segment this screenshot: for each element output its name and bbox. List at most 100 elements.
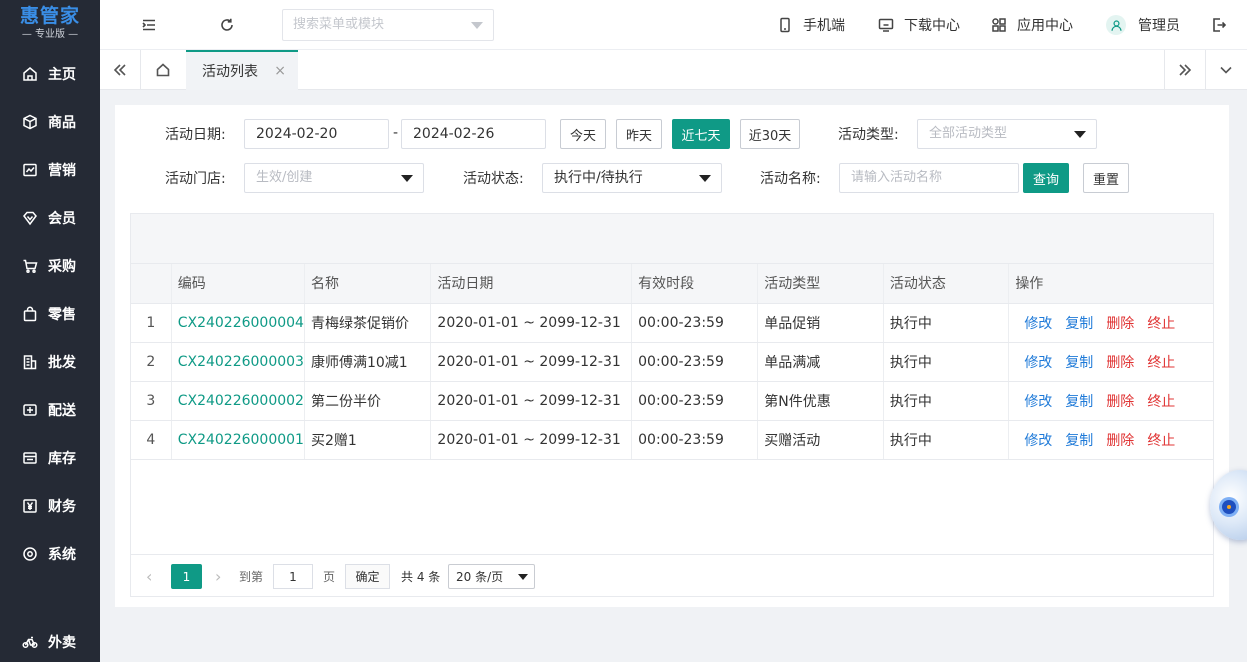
type-cell: 第N件优惠 (757, 381, 884, 421)
chevron-down-icon (699, 175, 711, 182)
sidebar-item-label: 商品 (48, 115, 76, 131)
stop-link[interactable]: 终止 (1147, 355, 1175, 371)
tabs-scroll-left-button[interactable] (100, 50, 140, 90)
refresh-icon[interactable] (217, 15, 237, 35)
type-cell: 单品促销 (757, 303, 884, 343)
period-header[interactable]: 有效时段 (631, 264, 759, 304)
last-7-days-button[interactable]: 近七天 (672, 119, 730, 149)
sidebar-item-retail[interactable]: 零售 (0, 294, 100, 334)
home-tab[interactable] (143, 50, 183, 90)
sidebar-item-purchase[interactable]: 采购 (0, 246, 100, 286)
activity-name-input[interactable]: 请输入活动名称 (839, 163, 1019, 193)
delete-link[interactable]: 删除 (1106, 316, 1134, 332)
name-header[interactable]: 名称 (304, 264, 432, 304)
stop-link[interactable]: 终止 (1147, 433, 1175, 449)
sidebar: 惠管家 — 专业版 — 主页 商品 营销 会员 采购 零售 批发 配送 库存 财… (0, 0, 100, 662)
goto-confirm-button[interactable]: 确定 (345, 564, 390, 589)
next-page-button[interactable]: › (215, 564, 221, 588)
store-select[interactable]: 生效/创建 (244, 163, 424, 193)
total-count: 共 4 条 (401, 569, 441, 584)
table-row[interactable]: 3 CX240226000002 第二份半价 2020-01-01 ~ 2099… (131, 381, 1213, 421)
pagination: ‹ 1 › 到第 1 页 确定 共 4 条 20 条/页 (131, 554, 1213, 596)
type-header[interactable]: 活动类型 (757, 264, 884, 304)
edit-link[interactable]: 修改 (1024, 355, 1052, 371)
sidebar-item-label: 外卖 (48, 635, 76, 651)
table-row[interactable]: 4 CX240226000001 买2赠1 2020-01-01 ~ 2099-… (131, 420, 1213, 460)
table-row[interactable]: 2 CX240226000003 康师傅满10减1 2020-01-01 ~ 2… (131, 342, 1213, 382)
logo: 惠管家 — 专业版 — (0, 0, 100, 46)
tabs-menu-button[interactable] (1206, 50, 1246, 90)
sidebar-item-products[interactable]: 商品 (0, 102, 100, 142)
copy-link[interactable]: 复制 (1065, 355, 1093, 371)
code-link[interactable]: CX240226000003 (178, 354, 304, 370)
sidebar-item-takeout[interactable]: 外卖 (0, 622, 100, 662)
delete-link[interactable]: 删除 (1106, 433, 1134, 449)
sidebar-item-finance[interactable]: 财务 (0, 486, 100, 526)
date-header[interactable]: 活动日期 (430, 264, 633, 304)
sidebar-item-marketing[interactable]: 营销 (0, 150, 100, 190)
tabs-scroll-right-button[interactable] (1165, 50, 1205, 90)
sidebar-item-delivery[interactable]: 配送 (0, 390, 100, 430)
user-menu[interactable]: 管理员 (1106, 14, 1180, 36)
sidebar-item-home[interactable]: 主页 (0, 54, 100, 94)
code-link[interactable]: CX240226000002 (178, 393, 304, 409)
date-cell: 2020-01-01 ~ 2099-12-31 (430, 342, 633, 382)
yesterday-button[interactable]: 昨天 (616, 119, 662, 149)
page-size-select[interactable]: 20 条/页 (448, 564, 535, 589)
tab-label: 活动列表 (202, 64, 258, 80)
truck-icon (22, 402, 38, 418)
code-cell: CX240226000001 (171, 420, 305, 460)
code-header[interactable]: 编码 (171, 264, 305, 304)
logout-icon[interactable] (1209, 15, 1229, 35)
copy-link[interactable]: 复制 (1065, 394, 1093, 410)
last-30-days-button[interactable]: 近30天 (740, 119, 800, 149)
reset-button[interactable]: 重置 (1083, 163, 1129, 193)
status-select[interactable]: 执行中/待执行 (542, 163, 722, 193)
sidebar-item-system[interactable]: 系统 (0, 534, 100, 574)
page-number-current[interactable]: 1 (171, 564, 202, 589)
sidebar-item-label: 配送 (48, 403, 76, 419)
period-cell: 00:00-23:59 (631, 381, 759, 421)
name-cell: 青梅绿茶促销价 (304, 303, 432, 343)
tab-activity-list[interactable]: 活动列表 × (186, 50, 298, 90)
today-button[interactable]: 今天 (560, 119, 606, 149)
date-end-input[interactable]: 2024-02-26 (401, 119, 546, 149)
date-label: 活动日期: (165, 127, 226, 143)
copy-link[interactable]: 复制 (1065, 433, 1093, 449)
bag-icon (22, 306, 38, 322)
sidebar-item-wholesale[interactable]: 批发 (0, 342, 100, 382)
query-button[interactable]: 查询 (1023, 163, 1069, 193)
user-icon (1110, 19, 1122, 31)
edit-link[interactable]: 修改 (1024, 433, 1052, 449)
apps-grid-icon (992, 18, 1006, 32)
diamond-icon (22, 210, 38, 226)
table-row[interactable]: 1 CX240226000004 青梅绿茶促销价 2020-01-01 ~ 20… (131, 303, 1213, 343)
type-label: 活动类型: (838, 127, 899, 143)
page-size-value: 20 条/页 (456, 570, 504, 584)
date-start-input[interactable]: 2024-02-20 (244, 119, 389, 149)
edit-link[interactable]: 修改 (1024, 394, 1052, 410)
delete-link[interactable]: 删除 (1106, 394, 1134, 410)
close-icon[interactable]: × (274, 63, 286, 79)
sidebar-item-members[interactable]: 会员 (0, 198, 100, 238)
sidebar-item-inventory[interactable]: 库存 (0, 438, 100, 478)
goto-page-input[interactable]: 1 (273, 564, 313, 589)
app-center-link[interactable]: 应用中心 (991, 14, 1073, 36)
download-center-link[interactable]: 下载中心 (878, 14, 960, 36)
stop-link[interactable]: 终止 (1147, 394, 1175, 410)
prev-page-button[interactable]: ‹ (146, 564, 152, 588)
copy-link[interactable]: 复制 (1065, 316, 1093, 332)
edit-link[interactable]: 修改 (1024, 316, 1052, 332)
app-center-label: 应用中心 (1017, 18, 1073, 34)
menu-search-select[interactable]: 搜索菜单或模块 (282, 9, 494, 41)
activity-type-select[interactable]: 全部活动类型 (917, 119, 1097, 149)
delete-link[interactable]: 删除 (1106, 355, 1134, 371)
status-cell: 执行中 (883, 342, 1010, 382)
mobile-link[interactable]: 手机端 (777, 14, 845, 36)
stop-link[interactable]: 终止 (1147, 316, 1175, 332)
status-header[interactable]: 活动状态 (883, 264, 1010, 304)
code-link[interactable]: CX240226000004 (178, 315, 304, 331)
code-link[interactable]: CX240226000001 (178, 432, 304, 448)
status-cell: 执行中 (883, 381, 1010, 421)
menu-toggle-icon[interactable] (139, 15, 159, 35)
